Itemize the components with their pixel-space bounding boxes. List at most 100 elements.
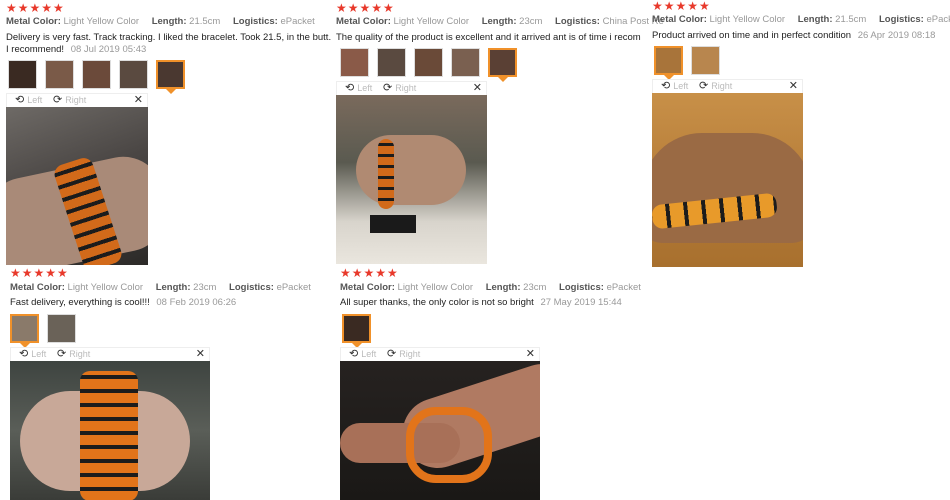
rotate-right-button[interactable]: ⟳ Right [387,348,420,361]
review-thumbnail[interactable] [47,314,76,343]
review-thumbnail[interactable] [414,48,443,77]
review-thumbnail[interactable] [82,60,111,89]
review-thumbnail-selected[interactable] [488,48,517,82]
rotate-right-button[interactable]: ⟳ Right [699,80,732,93]
rotate-left-icon: ⟲ [345,82,355,94]
image-viewer: ⟲ Left ⟳ Right ✕ [10,347,210,500]
length-value: 21.5cm [835,14,867,25]
rotate-left-label: Left [361,349,377,359]
review-date: 08 Jul 2019 05:43 [70,44,147,55]
viewer-toolbar: ⟲ Left ⟳ Right ✕ [336,81,487,96]
logistics-label: Logistics: [555,16,600,27]
thumbnail-strip [342,314,371,348]
logistics-label: Logistics: [878,14,924,25]
review-thumbnail[interactable] [451,48,480,77]
feedback-body: Product arrived on time and in perfect c… [652,30,852,41]
review-photo [6,107,148,265]
length-value: 23cm [193,282,217,293]
review-photo [336,95,487,264]
rotate-right-button[interactable]: ⟳ Right [53,94,86,107]
rotate-right-label: Right [395,83,417,93]
metal-color-label: Metal Color: [336,16,391,27]
logistics-label: Logistics: [229,282,274,293]
length-label: Length: [485,282,521,293]
review-thumbnail[interactable] [45,60,74,89]
review-photo [340,361,540,500]
feedback-body: Fast delivery, everything is cool!!! [10,297,150,308]
rating-stars: ★★★★★ [340,266,399,280]
review-thumbnail-selected[interactable] [10,314,39,348]
logistics-value: ePacket [606,282,641,293]
feedback-text: Delivery is very fast. Track tracking. I… [6,32,334,56]
rotate-left-button[interactable]: ⟲ Left [661,80,688,93]
feedback-text: The quality of the product is excellent … [336,32,646,44]
feedback-text: Product arrived on time and in perfect c… [652,30,948,42]
rotate-right-icon: ⟳ [387,348,397,360]
close-icon[interactable]: ✕ [196,348,205,361]
rotate-right-label: Right [711,81,733,91]
rotate-left-icon: ⟲ [349,348,359,360]
review-photo [10,361,210,500]
metal-color-label: Metal Color: [6,16,61,27]
thumbnail-strip [10,314,76,348]
rating-stars: ★★★★★ [10,266,69,280]
rotate-left-label: Left [673,81,689,91]
rotate-left-button[interactable]: ⟲ Left [349,348,376,361]
feedback-body: All super thanks, the only color is not … [340,297,534,308]
review-thumbnail[interactable] [340,48,369,77]
review-date: 08 Feb 2019 06:26 [156,297,237,308]
metal-color-value: Light Yellow Color [393,16,470,27]
rotate-right-icon: ⟳ [383,82,393,94]
viewer-toolbar: ⟲ Left ⟳ Right ✕ [652,79,803,94]
review-thumbnail[interactable] [119,60,148,89]
rotate-right-label: Right [399,349,421,359]
rotate-right-label: Right [65,95,87,105]
review-meta: Metal Color: Light Yellow Color Length: … [10,282,321,294]
metal-color-label: Metal Color: [340,282,395,293]
rotate-left-label: Left [357,83,373,93]
thumbnail-strip [340,48,517,82]
rotate-right-icon: ⟳ [57,348,67,360]
rotate-right-button[interactable]: ⟳ Right [57,348,90,361]
rotate-left-button[interactable]: ⟲ Left [19,348,46,361]
review-meta: Metal Color: Light Yellow Color Length: … [340,282,651,294]
viewer-toolbar: ⟲ Left ⟳ Right ✕ [6,93,148,108]
bracelet-shape [378,139,394,209]
rotate-right-button[interactable]: ⟳ Right [383,82,416,95]
clasp-shape [370,215,416,233]
review-thumbnail[interactable] [691,46,720,75]
review-thumbnail-selected[interactable] [342,314,371,348]
length-value: 23cm [523,282,547,293]
logistics-label: Logistics: [559,282,604,293]
length-label: Length: [481,16,517,27]
length-label: Length: [155,282,191,293]
metal-color-value: Light Yellow Color [63,16,140,27]
feedback-text: All super thanks, the only color is not … [340,297,660,309]
viewer-toolbar: ⟲ Left ⟳ Right ✕ [10,347,210,362]
rotate-left-button[interactable]: ⟲ Left [15,94,42,107]
viewer-toolbar: ⟲ Left ⟳ Right ✕ [340,347,540,362]
length-label: Length: [151,16,187,27]
close-icon[interactable]: ✕ [473,82,482,95]
review-date: 26 Apr 2019 08:18 [857,30,936,41]
length-label: Length: [797,14,833,25]
feedback-body: The quality of the product is excellent … [336,32,641,43]
review-thumbnail[interactable] [377,48,406,77]
bracelet-shape [80,371,138,500]
image-viewer: ⟲ Left ⟳ Right ✕ [652,79,803,267]
review-thumbnail-selected[interactable] [156,60,185,94]
close-icon[interactable]: ✕ [789,80,798,93]
close-icon[interactable]: ✕ [526,348,535,361]
review-thumbnail[interactable] [8,60,37,89]
rotate-left-icon: ⟲ [661,80,671,92]
rotate-left-button[interactable]: ⟲ Left [345,82,372,95]
image-viewer: ⟲ Left ⟳ Right ✕ [6,93,148,265]
review-thumbnail-selected[interactable] [654,46,683,80]
feedback-text: Fast delivery, everything is cool!!! 08 … [10,297,330,309]
rotate-left-icon: ⟲ [15,94,25,106]
image-viewer: ⟲ Left ⟳ Right ✕ [336,81,487,264]
close-icon[interactable]: ✕ [134,94,143,107]
length-value: 23cm [519,16,543,27]
image-viewer: ⟲ Left ⟳ Right ✕ [340,347,540,500]
review-meta: Metal Color: Light Yellow Color Length: … [652,14,950,26]
